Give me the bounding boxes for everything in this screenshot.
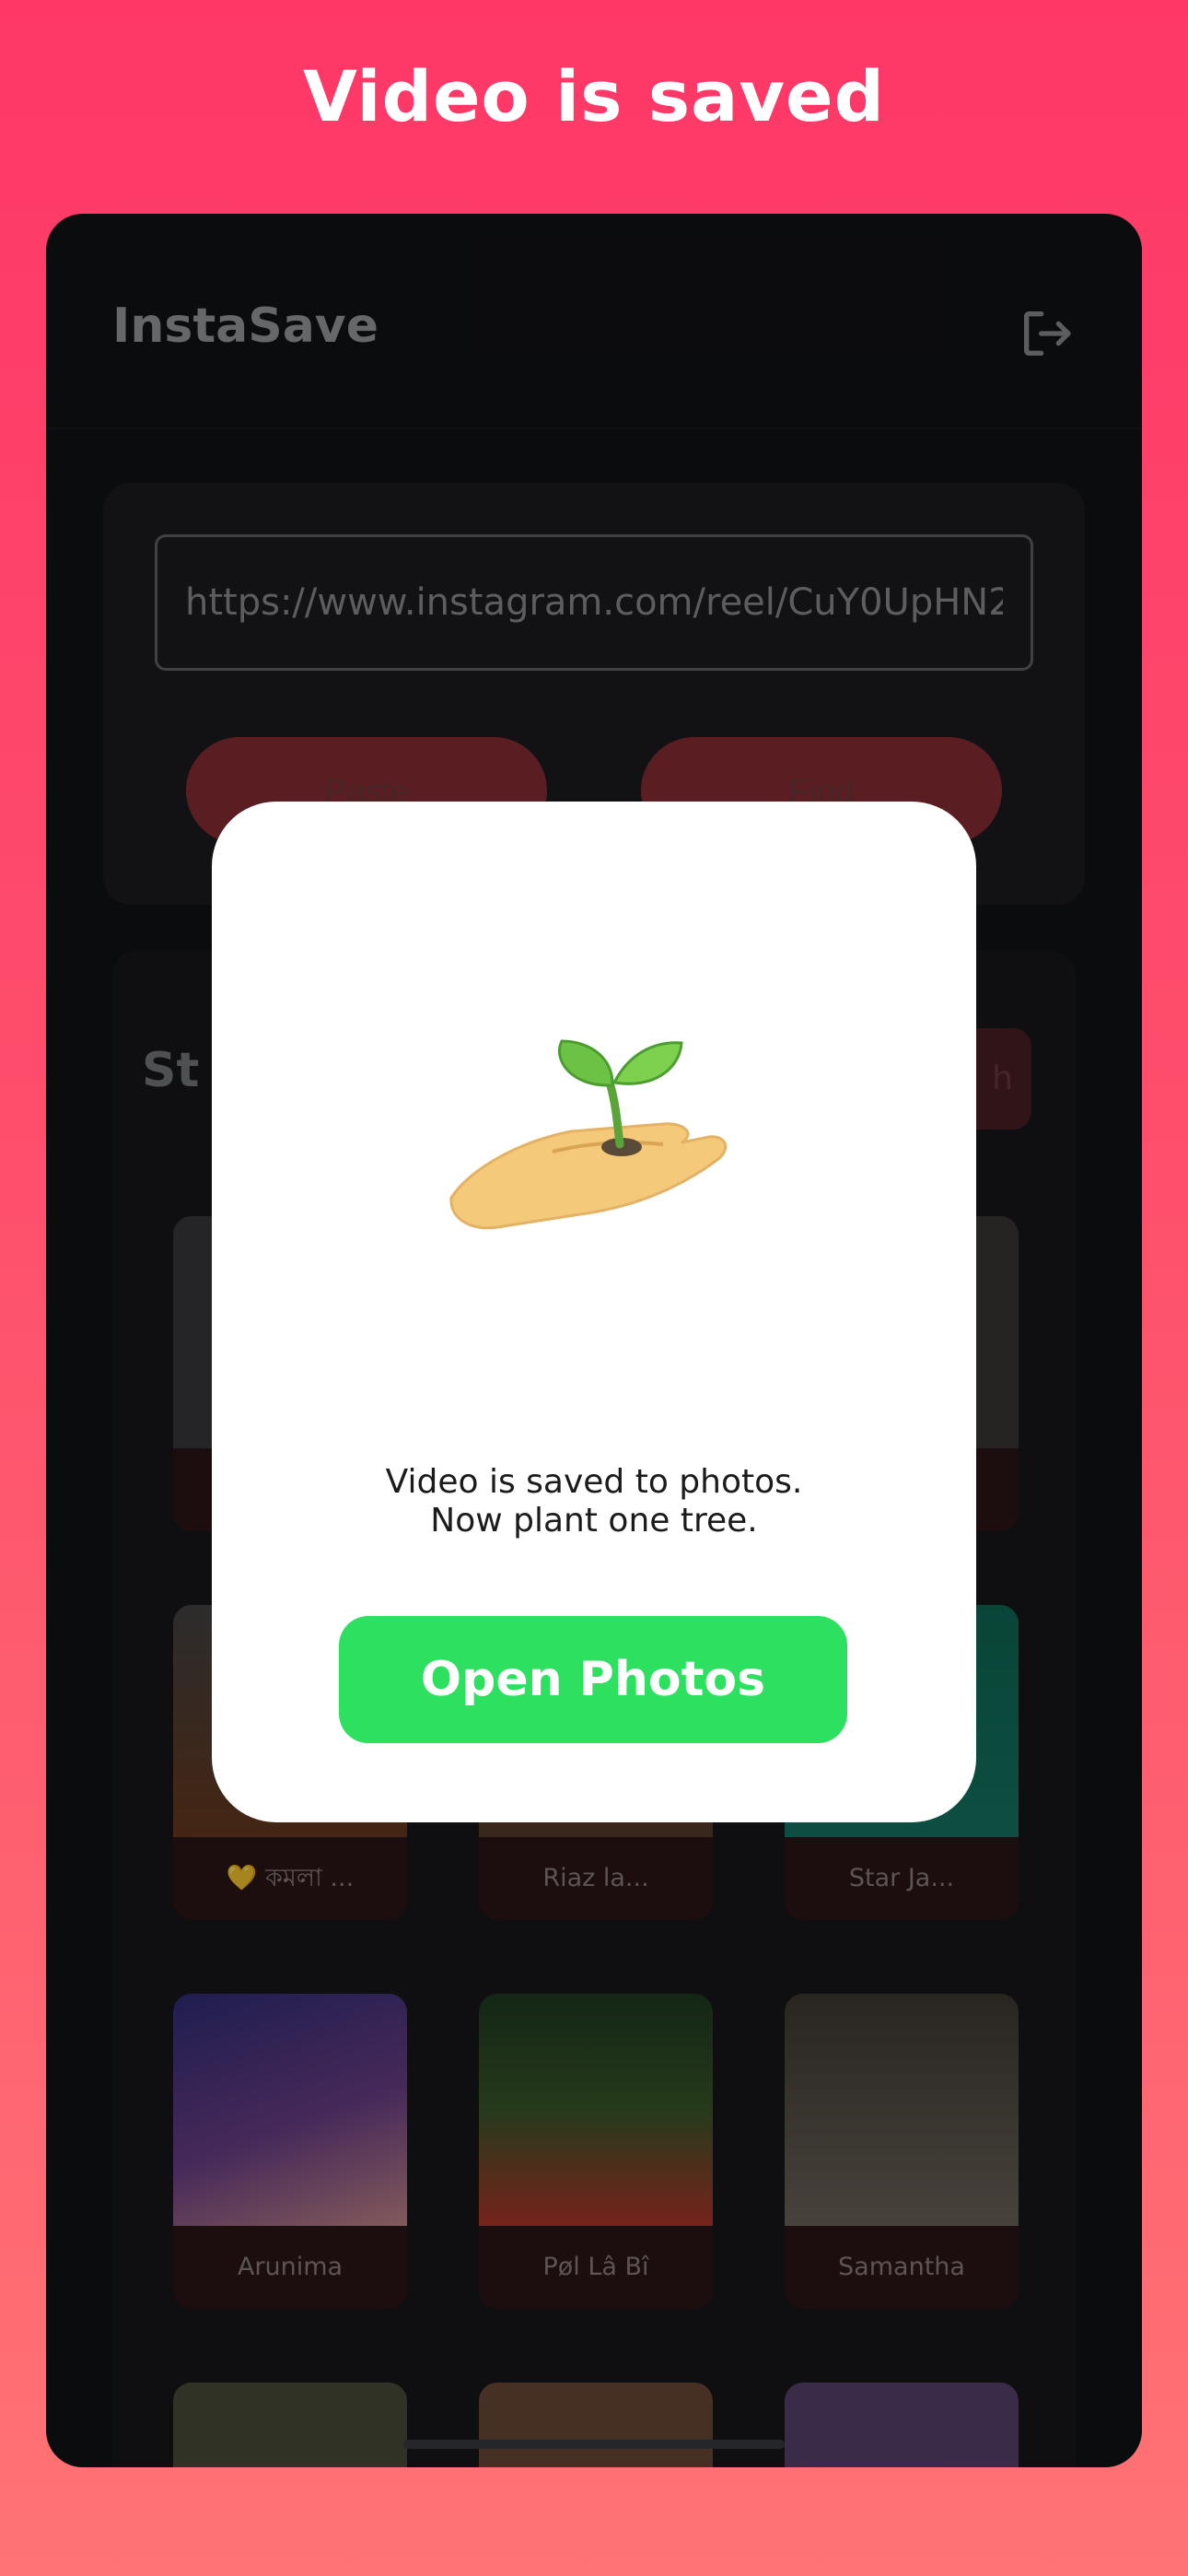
- dialog-message-line-1: Video is saved to photos.: [385, 1463, 803, 1501]
- open-photos-button[interactable]: Open Photos: [339, 1616, 847, 1743]
- dialog-message-line-2: Now plant one tree.: [430, 1502, 758, 1540]
- dialog-message: Video is saved to photos. Now plant one …: [212, 1463, 976, 1540]
- hand-holding-sprout-icon: [449, 1039, 728, 1230]
- caption: Video is saved: [303, 55, 885, 137]
- save-success-dialog: Video is saved to photos. Now plant one …: [212, 802, 976, 1822]
